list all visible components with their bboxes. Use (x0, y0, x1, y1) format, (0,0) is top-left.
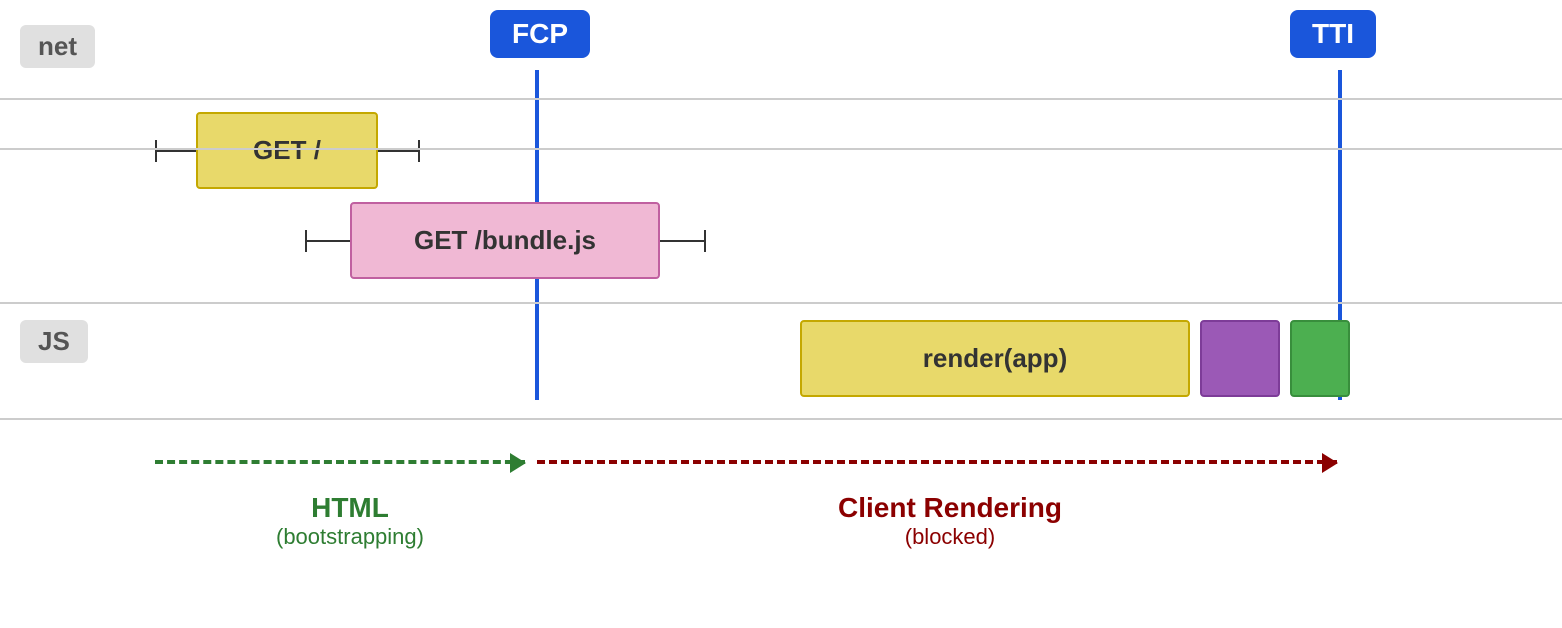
get-bundle-box: GET /bundle.js (350, 202, 660, 279)
js-bottom-separator (0, 418, 1562, 420)
get-root-box: GET / (196, 112, 378, 189)
bracket-root-right-horiz (378, 150, 420, 152)
js-label: JS (20, 320, 88, 363)
bracket-root-left-horiz (155, 150, 197, 152)
net-top-separator (0, 98, 1562, 100)
bracket-root-right-vert (418, 140, 420, 162)
cr-arrow-line (537, 460, 1337, 464)
html-arrow-head (510, 453, 526, 473)
client-rendering-label: Client Rendering (blocked) (700, 492, 1200, 550)
purple-box (1200, 320, 1280, 397)
cr-label-main: Client Rendering (700, 492, 1200, 524)
fcp-marker: FCP (490, 10, 590, 58)
render-app-box: render(app) (800, 320, 1190, 397)
net-label: net (20, 25, 95, 68)
cr-arrow-head (1322, 453, 1338, 473)
html-arrow-line (155, 460, 525, 464)
bracket-bundle-left-horiz (305, 240, 351, 242)
tti-marker: TTI (1290, 10, 1376, 58)
bracket-bundle-right-vert (704, 230, 706, 252)
html-label-sub: (bootstrapping) (200, 524, 500, 550)
net-bottom-separator (0, 148, 1562, 150)
green-box (1290, 320, 1350, 397)
js-top-separator (0, 302, 1562, 304)
bracket-bundle-right-horiz (660, 240, 706, 242)
cr-label-sub: (blocked) (700, 524, 1200, 550)
html-label-main: HTML (200, 492, 500, 524)
html-label: HTML (bootstrapping) (200, 492, 500, 550)
diagram-container: FCP TTI net GET / GET /bundle.js JS rend… (0, 0, 1562, 628)
